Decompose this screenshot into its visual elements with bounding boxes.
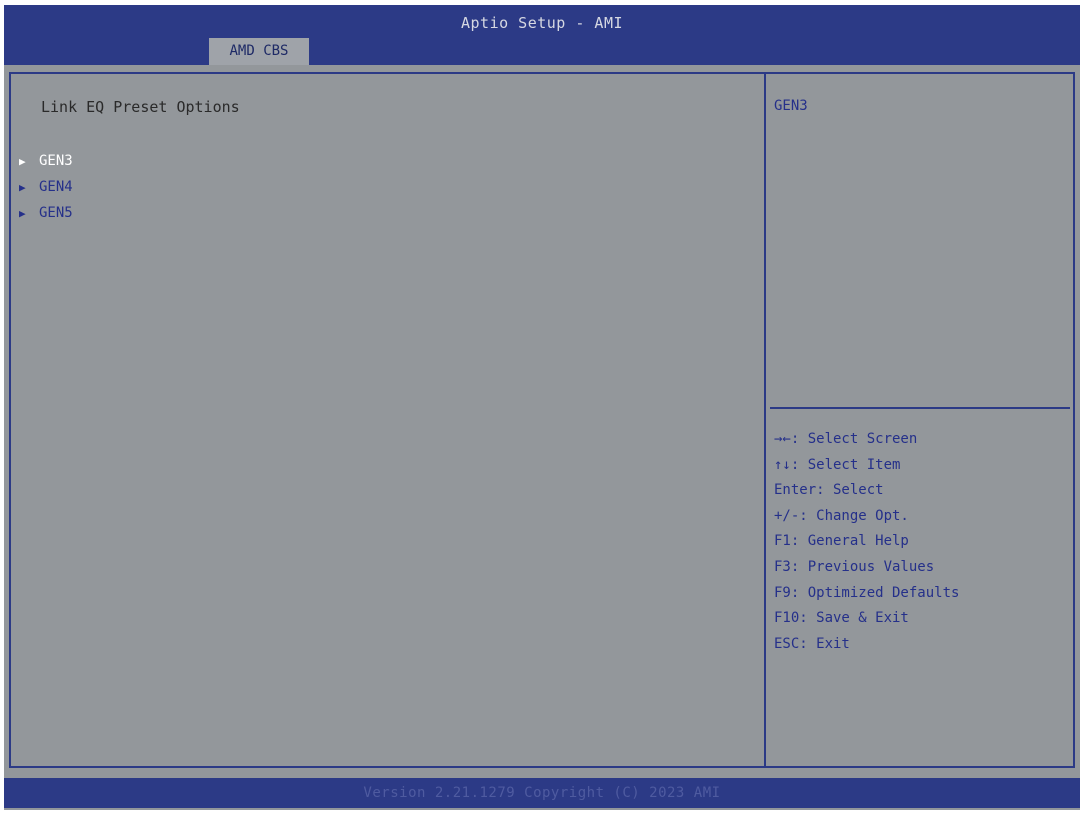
tab-amd-cbs[interactable]: AMD CBS — [209, 38, 309, 65]
key-hint-general-help: F1: General Help — [774, 533, 909, 550]
key-hint-change-opt: +/-: Change Opt. — [774, 507, 909, 524]
version-text: Version 2.21.1279 Copyright (C) 2023 AMI — [363, 785, 721, 801]
app-title: Aptio Setup - AMI — [460, 14, 624, 32]
key-hint-exit: ESC: Exit — [774, 635, 850, 652]
key-hint-optimized-defaults: F9: Optimized Defaults — [774, 584, 960, 601]
title-bar: Aptio Setup - AMI AMD CBS — [4, 5, 1080, 65]
key-hint-select-item: ↑↓: Select Item — [774, 456, 901, 473]
menu-item-gen3[interactable]: ▶ GEN3 — [19, 148, 73, 174]
key-hint-enter: Enter: Select — [774, 482, 884, 499]
key-legend: →←: Select Screen ↑↓: Select Item Enter:… — [774, 427, 959, 657]
submenu-arrow-icon: ▶ — [19, 207, 26, 220]
page-heading: Link EQ Preset Options — [41, 98, 240, 116]
key-hint-select-screen: →←: Select Screen — [774, 431, 918, 447]
item-help-text: GEN3 — [774, 98, 808, 114]
help-divider — [770, 407, 1070, 409]
bios-window: Aptio Setup - AMI AMD CBS Link EQ Preset… — [4, 5, 1080, 810]
menu-item-label: GEN5 — [39, 205, 73, 221]
submenu-arrow-icon: ▶ — [19, 181, 26, 194]
menu-item-gen4[interactable]: ▶ GEN4 — [19, 174, 73, 200]
key-hint-previous-values: F3: Previous Values — [774, 558, 935, 575]
main-panel: Link EQ Preset Options ▶ GEN3 ▶ GEN4 ▶ GEN5 — [9, 72, 766, 768]
status-bar: Version 2.21.1279 Copyright (C) 2023 AMI — [4, 778, 1080, 808]
help-panel: GEN3 →←: Select Screen ↑↓: Select Item E… — [766, 72, 1075, 768]
submenu-arrow-icon: ▶ — [19, 155, 26, 168]
menu-item-gen5[interactable]: ▶ GEN5 — [19, 200, 73, 226]
menu-item-label: GEN3 — [39, 153, 73, 169]
key-hint-save-exit: F10: Save & Exit — [774, 610, 909, 627]
menu-list: ▶ GEN3 ▶ GEN4 ▶ GEN5 — [19, 148, 73, 226]
menu-item-label: GEN4 — [39, 179, 73, 195]
